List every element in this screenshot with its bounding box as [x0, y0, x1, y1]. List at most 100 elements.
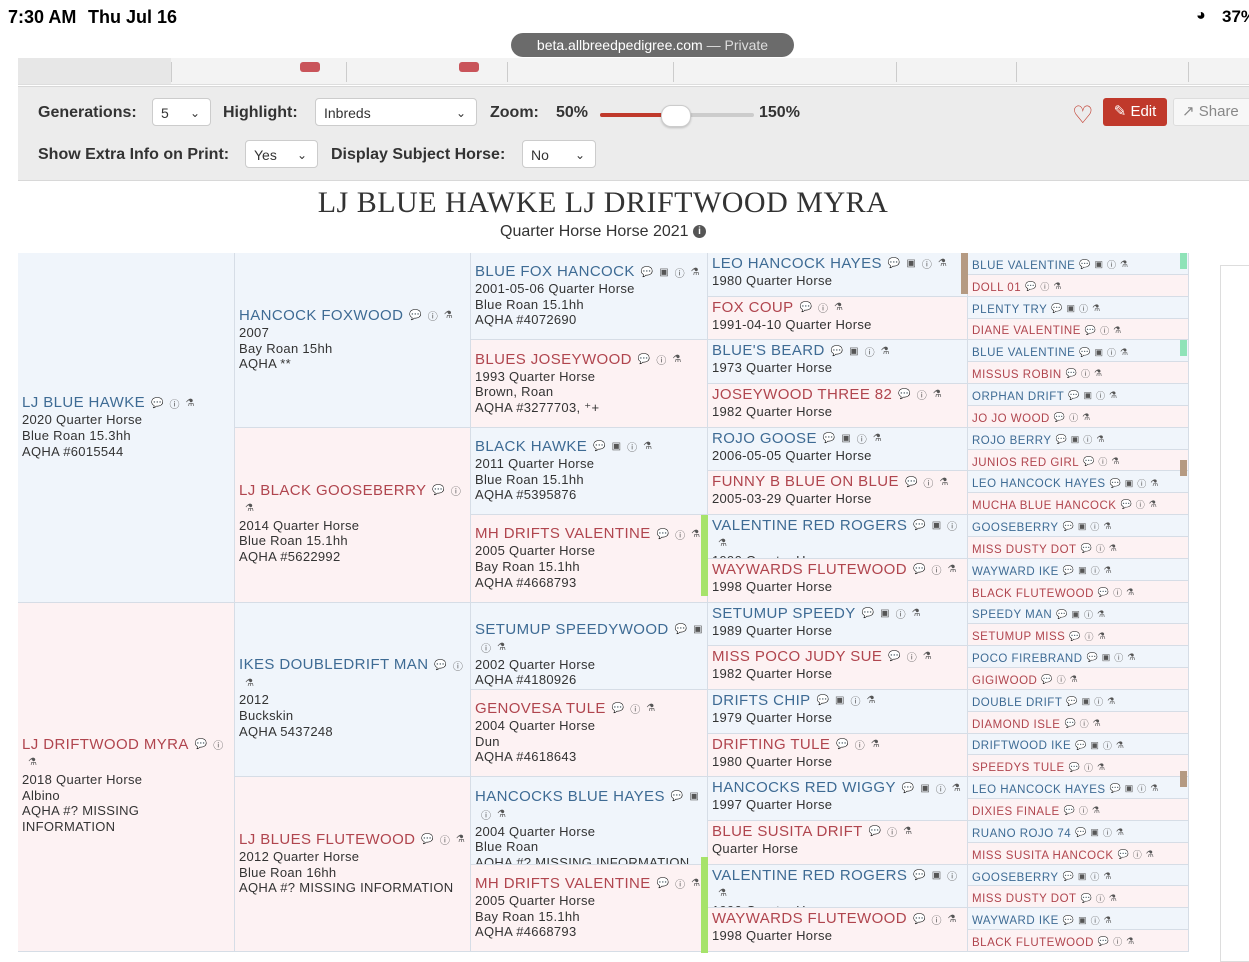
tree-icon[interactable]: ⚗ [1104, 915, 1112, 926]
photo-icon[interactable]: ▣ [693, 624, 702, 635]
horse-name-link[interactable]: MH DRIFTS VALENTINE [475, 525, 651, 542]
info-icon[interactable]: ⓘ [1081, 367, 1090, 380]
comment-icon[interactable]: 💬 [888, 651, 900, 662]
horse-name-link[interactable]: WAYWARDS FLUTEWOOD [712, 561, 907, 578]
comment-icon[interactable]: 💬 [1063, 915, 1074, 926]
horse-name-link[interactable]: ROJO GOOSE [712, 430, 817, 447]
horse-name-link[interactable]: DOUBLE DRIFT [972, 697, 1062, 709]
horse-name-link[interactable]: VALENTINE RED ROGERS [712, 517, 907, 534]
tree-icon[interactable]: ⚗ [691, 267, 700, 278]
comment-icon[interactable]: 💬 [1066, 696, 1077, 707]
tree-icon[interactable]: ⚗ [1150, 783, 1158, 794]
info-icon[interactable]: ⓘ [481, 807, 491, 822]
comment-icon[interactable]: 💬 [1081, 893, 1092, 904]
photo-icon[interactable]: ▣ [1078, 871, 1087, 882]
photo-icon[interactable]: ▣ [849, 346, 858, 357]
tree-icon[interactable]: ⚗ [834, 302, 843, 313]
display-subject-select[interactable]: No ⌄ [522, 140, 596, 168]
horse-name-link[interactable]: MISS DUSTY DOT [972, 544, 1077, 556]
tree-icon[interactable]: ⚗ [245, 503, 254, 514]
ad-frame[interactable] [1220, 265, 1249, 962]
tree-icon[interactable]: ⚗ [952, 783, 961, 794]
horse-name-link[interactable]: ORPHAN DRIFT [972, 391, 1064, 403]
horse-name-link[interactable]: BLUE FOX HANCOCK [475, 263, 635, 280]
tree-icon[interactable]: ⚗ [1109, 390, 1117, 401]
tree-icon[interactable]: ⚗ [1120, 347, 1128, 358]
horse-name-link[interactable]: IKES DOUBLEDRIFT MAN [239, 656, 428, 673]
info-icon[interactable]: ⓘ [213, 737, 223, 752]
info-icon[interactable]: ⓘ [1136, 498, 1145, 511]
info-icon[interactable]: ⓘ [627, 439, 637, 454]
horse-name-link[interactable]: GOOSEBERRY [972, 872, 1059, 884]
photo-icon[interactable]: ▣ [1071, 434, 1080, 445]
horse-name-link[interactable]: BLACK FLUTEWOOD [972, 937, 1094, 949]
tree-icon[interactable]: ⚗ [1107, 696, 1115, 707]
tree-icon[interactable]: ⚗ [1126, 936, 1134, 947]
info-icon[interactable]: ⓘ [675, 265, 685, 280]
info-icon[interactable]: ⓘ [440, 832, 450, 847]
horse-name-link[interactable]: LEO HANCOCK HAYES [712, 255, 882, 272]
tree-icon[interactable]: ⚗ [873, 433, 882, 444]
tree-icon[interactable]: ⚗ [939, 477, 948, 488]
comment-icon[interactable]: 💬 [898, 389, 910, 400]
info-icon[interactable]: ⓘ [656, 352, 666, 367]
info-icon[interactable]: ⓘ [1090, 870, 1099, 883]
comment-icon[interactable]: 💬 [862, 608, 874, 619]
tree-icon[interactable]: ⚗ [643, 441, 652, 452]
horse-name-link[interactable]: SETUMUP MISS [972, 631, 1065, 643]
highlight-select[interactable]: Inbreds ⌄ [315, 98, 477, 126]
info-icon[interactable]: ⓘ [1090, 520, 1099, 533]
photo-icon[interactable]: ▣ [1125, 783, 1134, 794]
horse-name-link[interactable]: WAYWARD IKE [972, 566, 1059, 578]
tree-icon[interactable]: ⚗ [1146, 849, 1154, 860]
horse-name-link[interactable]: DIANE VALENTINE [972, 325, 1081, 337]
info-icon[interactable]: ⓘ [947, 518, 957, 533]
tree-icon[interactable]: ⚗ [646, 703, 655, 714]
info-icon[interactable]: ⓘ [923, 475, 933, 490]
tree-icon[interactable]: ⚗ [28, 757, 37, 768]
comment-icon[interactable]: 💬 [869, 826, 881, 837]
photo-icon[interactable]: ▣ [659, 267, 668, 278]
comment-icon[interactable]: 💬 [836, 739, 848, 750]
horse-name-link[interactable]: HANCOCKS RED WIGGY [712, 779, 896, 796]
comment-icon[interactable]: 💬 [913, 914, 925, 925]
tree-icon[interactable]: ⚗ [1116, 827, 1124, 838]
comment-icon[interactable]: 💬 [1098, 936, 1109, 947]
horse-name-link[interactable]: MUCHA BLUE HANCOCK [972, 500, 1116, 512]
horse-name-link[interactable]: SETUMUP SPEEDYWOOD [475, 621, 669, 638]
info-icon[interactable]: ⓘ [922, 256, 932, 271]
tree-icon[interactable]: ⚗ [497, 809, 506, 820]
horse-name-link[interactable]: DRIFTS CHIP [712, 692, 811, 709]
horse-name-link[interactable]: MISS SUSITA HANCOCK [972, 850, 1114, 862]
photo-icon[interactable]: ▣ [1078, 565, 1087, 576]
horse-name-link[interactable]: WAYWARDS FLUTEWOOD [712, 910, 907, 927]
info-icon[interactable]: ⓘ [1091, 564, 1100, 577]
tree-icon[interactable]: ⚗ [866, 695, 875, 706]
photo-icon[interactable]: ▣ [689, 791, 698, 802]
comment-icon[interactable]: 💬 [800, 302, 812, 313]
horse-name-link[interactable]: LEO HANCOCK HAYES [972, 478, 1106, 490]
tree-icon[interactable]: ⚗ [1150, 478, 1158, 489]
comment-icon[interactable]: 💬 [1087, 652, 1098, 663]
edit-button[interactable]: ✎ Edit [1103, 98, 1167, 126]
horse-name-link[interactable]: MISS POCO JUDY SUE [712, 648, 882, 665]
tree-icon[interactable]: ⚗ [718, 888, 727, 899]
tree-icon[interactable]: ⚗ [444, 310, 453, 321]
comment-icon[interactable]: 💬 [1051, 303, 1062, 314]
tree-icon[interactable]: ⚗ [947, 914, 956, 925]
info-icon[interactable]: ⓘ [1096, 389, 1105, 402]
horse-name-link[interactable]: GOOSEBERRY [972, 522, 1059, 534]
horse-name-link[interactable]: FOX COUP [712, 299, 794, 316]
horse-name-link[interactable]: LEO HANCOCK HAYES [972, 784, 1106, 796]
horse-name-link[interactable]: FUNNY B BLUE ON BLUE [712, 473, 899, 490]
info-icon[interactable]: ⓘ [1103, 826, 1112, 839]
tree-icon[interactable]: ⚗ [1116, 740, 1124, 751]
info-icon[interactable]: ⓘ [1084, 761, 1093, 774]
info-icon[interactable]: ⓘ [1114, 651, 1123, 664]
horse-name-link[interactable]: DIAMOND ISLE [972, 719, 1060, 731]
horse-name-link[interactable]: LJ BLUE HAWKE [22, 394, 145, 411]
horse-name-link[interactable]: BLACK FLUTEWOOD [972, 588, 1094, 600]
comment-icon[interactable]: 💬 [1069, 631, 1080, 642]
horse-name-link[interactable]: DRIFTWOOD IKE [972, 740, 1071, 752]
tree-icon[interactable]: ⚗ [912, 608, 921, 619]
